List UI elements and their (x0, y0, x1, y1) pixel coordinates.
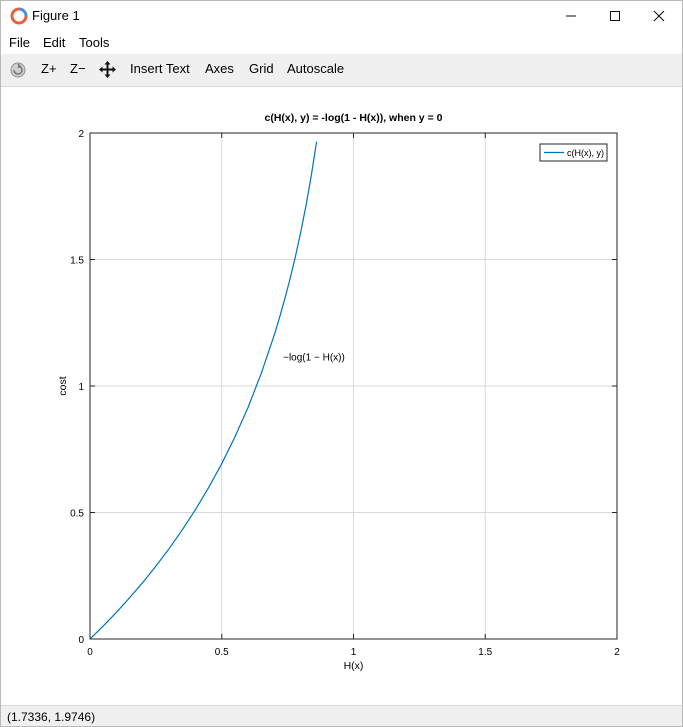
x-axis-label: H(x) (344, 660, 364, 672)
title-bar: Figure 1 (1, 1, 682, 31)
y-tick-label: 0 (78, 635, 84, 646)
autoscale-button[interactable]: Autoscale (287, 61, 344, 76)
menu-bar: File Edit Tools (1, 31, 682, 53)
x-tick-label: 1 (351, 647, 357, 658)
close-button[interactable] (636, 1, 682, 31)
x-tick-label: 0 (87, 647, 93, 658)
chart[interactable]: 00 0.5 0.5 1 1 1.5 1.5 2 2 c(H(x), y) = -log(1 - … (1, 87, 682, 705)
figure-window: Figure 1 File Edit Tools Z+ Z− Insert Te… (0, 0, 683, 727)
y-tick-label: 1 (78, 382, 84, 393)
close-icon (653, 10, 665, 22)
x-tick-label: 1.5 (478, 647, 492, 658)
window-title: Figure 1 (32, 8, 80, 23)
minimize-button[interactable] (548, 1, 594, 31)
axes-button[interactable]: Axes (205, 61, 234, 76)
cursor-coordinates: (1.7336, 1.9746) (7, 710, 96, 724)
curve-annotation: −log(1 − H(x)) (283, 353, 345, 364)
y-tick-label: 2 (78, 129, 84, 140)
status-bar: (1.7336, 1.9746) (1, 705, 682, 726)
insert-text-button[interactable]: Insert Text (130, 61, 190, 76)
pan-icon[interactable] (98, 60, 117, 79)
legend-label: c(H(x), y) (567, 148, 604, 158)
maximize-icon (610, 11, 620, 21)
chart-title: c(H(x), y) = -log(1 - H(x)), when y = 0 (265, 112, 443, 124)
minimize-icon (566, 15, 576, 17)
x-tick-label: 0.5 (215, 647, 229, 658)
menu-edit[interactable]: Edit (43, 35, 65, 50)
zoom-in-button[interactable]: Z+ (41, 61, 57, 76)
menu-tools[interactable]: Tools (79, 35, 109, 50)
y-axis-label: cost (57, 376, 69, 395)
rotate-icon[interactable] (9, 61, 27, 79)
octave-app-icon (10, 7, 28, 25)
figure-toolbar: Z+ Z− Insert Text Axes Grid Autoscale (1, 54, 682, 87)
grid-button[interactable]: Grid (249, 61, 274, 76)
menu-file[interactable]: File (9, 35, 30, 50)
figure-canvas[interactable]: 0 0 0.5 0.5 1 1 1.5 1.5 2 2 c(H(x), y) = -log(1 - … (1, 87, 682, 705)
maximize-button[interactable] (592, 1, 638, 31)
zoom-out-button[interactable]: Z− (70, 61, 86, 76)
y-tick-label: 0.5 (70, 509, 84, 520)
y-tick-label: 1.5 (70, 256, 84, 267)
x-tick-label: 2 (614, 647, 620, 658)
